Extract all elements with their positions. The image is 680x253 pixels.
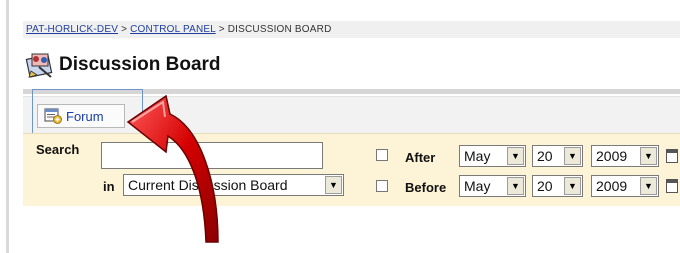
chevron-down-icon: ▼ [640,177,657,195]
before-day-value: 20 [537,178,553,194]
chevron-down-icon: ▼ [564,147,581,165]
annotation-arrow-icon [126,94,219,243]
after-calendar-icon[interactable] [666,149,678,163]
breadcrumb-link-course[interactable]: PAT-HORLICK-DEV [26,24,118,35]
chevron-down-icon: ▼ [507,147,524,165]
after-month-select[interactable]: May ▼ [459,145,526,167]
search-scope-label: in [103,179,115,194]
after-day-value: 20 [537,148,553,164]
breadcrumb-separator: > [121,24,128,35]
before-year-value: 2009 [596,178,628,194]
left-border [6,0,9,253]
breadcrumb: PAT-HORLICK-DEV > CONTROL PANEL > DISCUS… [26,24,332,35]
after-year-value: 2009 [596,148,628,164]
after-month-value: May [464,148,491,164]
after-checkbox[interactable] [376,149,388,161]
after-year-select[interactable]: 2009 ▼ [591,145,659,167]
breadcrumb-link-control-panel[interactable]: CONTROL PANEL [130,24,216,35]
chevron-down-icon: ▼ [325,176,342,194]
chevron-down-icon: ▼ [507,177,524,195]
after-day-select[interactable]: 20 ▼ [532,145,583,167]
before-checkbox[interactable] [376,180,388,192]
page-title: Discussion Board [59,54,221,75]
before-year-select[interactable]: 2009 ▼ [591,175,659,197]
before-day-select[interactable]: 20 ▼ [532,175,583,197]
before-month-select[interactable]: May ▼ [459,175,526,197]
page-header: Discussion Board [25,51,221,79]
search-label: Search [36,142,80,157]
after-label: After [405,150,436,165]
chevron-down-icon: ▼ [564,177,581,195]
breadcrumb-current: DISCUSSION BOARD [227,24,332,35]
before-month-value: May [464,178,491,194]
before-calendar-icon[interactable] [666,179,678,193]
breadcrumb-separator: > [218,24,225,35]
before-label: Before [405,180,447,195]
chevron-down-icon: ▼ [640,147,657,165]
discussion-board-icon [25,53,53,78]
